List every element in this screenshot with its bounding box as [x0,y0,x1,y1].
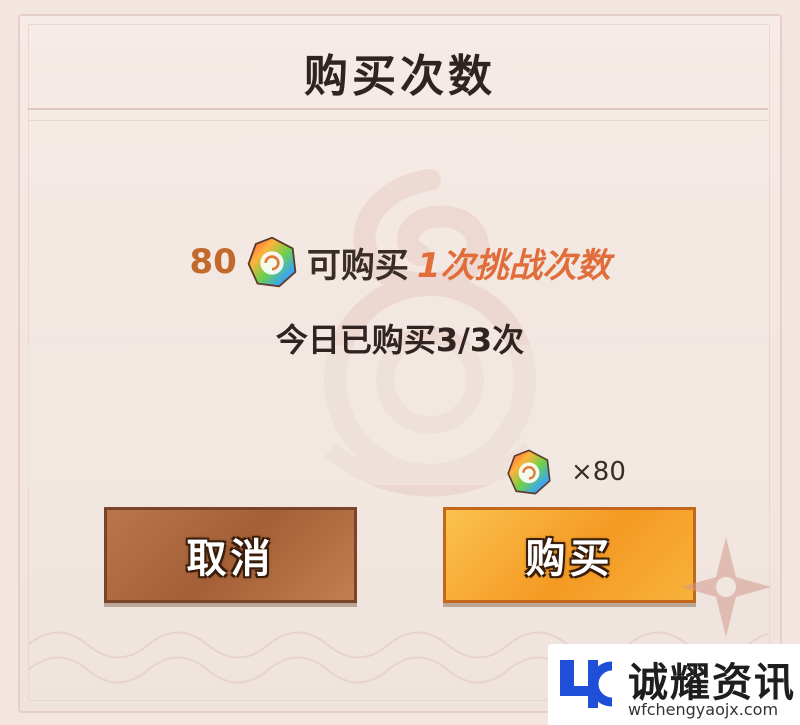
buy-button[interactable]: 购买 [443,507,696,603]
rainbow-gem-icon [507,449,551,495]
purchase-dialog: 购买次数 80 可购买 1次挑战次数 今日已购买3/3次 ×80 取消 购买 诚… [0,0,800,725]
price-row: 80 可购买 1次挑战次数 [0,232,800,292]
price-amount: 80 [189,242,237,282]
site-logo-url: wfchengyaojx.com [628,700,779,719]
cost-row: ×80 [505,445,626,499]
price-description: 可购买 [306,245,409,286]
info-band [28,345,768,485]
site-watermark: 诚耀资讯 wfchengyaojx.com [548,644,800,725]
cancel-button[interactable]: 取消 [104,507,357,603]
cost-label: ×80 [571,457,626,487]
daily-purchase-status: 今日已购买3/3次 [275,321,525,359]
rainbow-gem-icon [247,236,297,288]
challenge-count-highlight: 1次挑战次数 [416,245,611,286]
site-logo-icon [560,660,613,708]
header-divider [28,108,768,121]
dialog-title: 购买次数 [304,51,496,102]
